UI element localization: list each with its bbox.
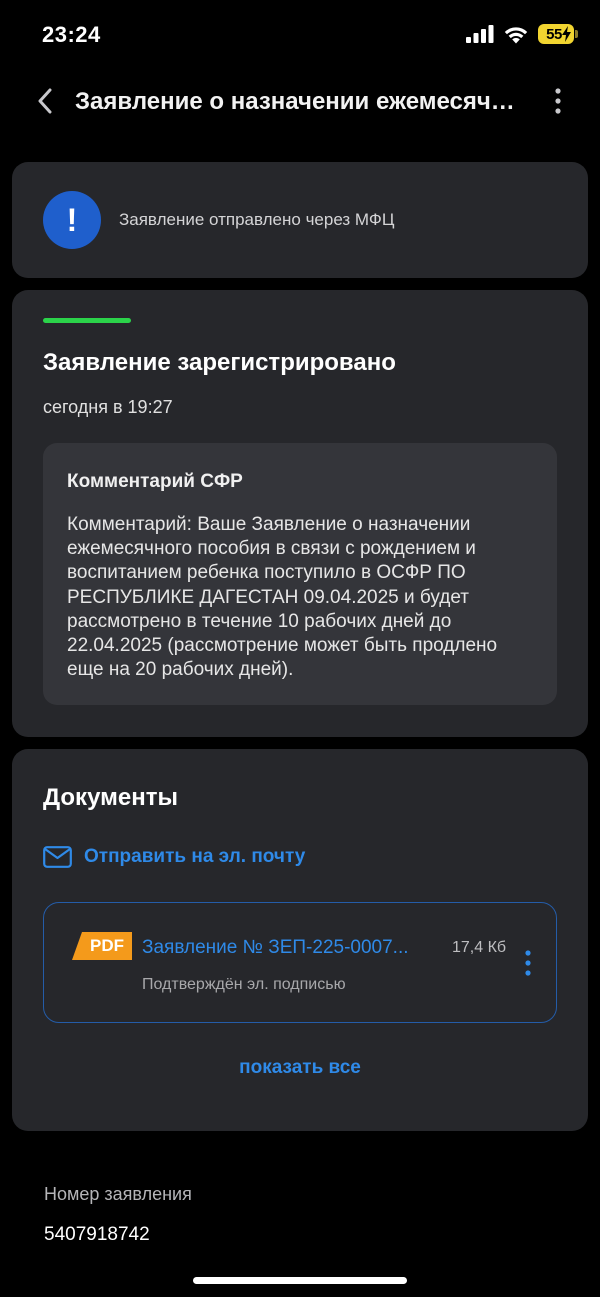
chevron-left-icon: [38, 88, 52, 114]
application-number-label: Номер заявления: [44, 1184, 192, 1204]
pdf-badge-label: PDF: [90, 936, 124, 955]
status-time: 23:24: [42, 22, 101, 47]
mail-icon: [43, 846, 72, 868]
back-button[interactable]: [30, 86, 60, 116]
status-card: Заявление зарегистрировано сегодня в 19:…: [12, 290, 588, 737]
more-options-button[interactable]: [546, 86, 570, 116]
more-vertical-icon: [555, 88, 561, 114]
show-all-button[interactable]: показать все: [12, 1057, 588, 1079]
application-number: 5407918742: [44, 1224, 150, 1245]
status-date: сегодня в 19:27: [43, 397, 173, 417]
wifi-icon: [504, 26, 528, 43]
comment-box: Комментарий СФР Комментарий: Ваше Заявле…: [43, 443, 557, 705]
documents-card: Документы Отправить на эл. почту PDF Зая…: [12, 749, 588, 1131]
comment-text: Комментарий: Ваше Заявление о назначении…: [67, 514, 498, 681]
exclamation-icon: !: [43, 191, 101, 249]
more-vertical-icon: [525, 950, 531, 976]
document-name[interactable]: Заявление № ЗЕП-225-0007...: [142, 937, 442, 959]
app-header: Заявление о назначении ежемесячного посо…: [0, 72, 600, 132]
status-icons: 55: [466, 24, 578, 44]
notice-card: ! Заявление отправлено через МФЦ: [12, 162, 588, 278]
battery-icon: 55: [538, 24, 578, 44]
document-item[interactable]: PDF Заявление № ЗЕП-225-0007... 17,4 Кб …: [43, 902, 557, 1023]
document-size: 17,4 Кб: [452, 939, 507, 956]
documents-title: Документы: [43, 784, 178, 811]
pdf-file-icon: PDF: [72, 932, 132, 960]
send-email-label: Отправить на эл. почту: [84, 846, 306, 867]
battery-level: 55: [546, 25, 562, 43]
document-signature-status: Подтверждён эл. подписью: [142, 976, 346, 993]
screen: 23:24 55 Заявление о назначении ежемесяч…: [0, 0, 600, 1297]
notice-text: Заявление отправлено через МФЦ: [119, 210, 395, 229]
home-indicator[interactable]: [193, 1277, 407, 1284]
document-menu-button[interactable]: [518, 947, 538, 979]
send-email-link[interactable]: Отправить на эл. почту: [43, 846, 305, 868]
comment-title: Комментарий СФР: [67, 471, 243, 492]
charging-bolt-icon: [562, 26, 571, 42]
status-title: Заявление зарегистрировано: [43, 349, 396, 376]
status-bar: 23:24 55: [0, 0, 600, 72]
cellular-signal-icon: [466, 25, 494, 43]
page-title: Заявление о назначении ежемесячного посо…: [75, 88, 525, 115]
battery-nub: [575, 30, 578, 38]
status-progress-bar: [43, 318, 131, 323]
